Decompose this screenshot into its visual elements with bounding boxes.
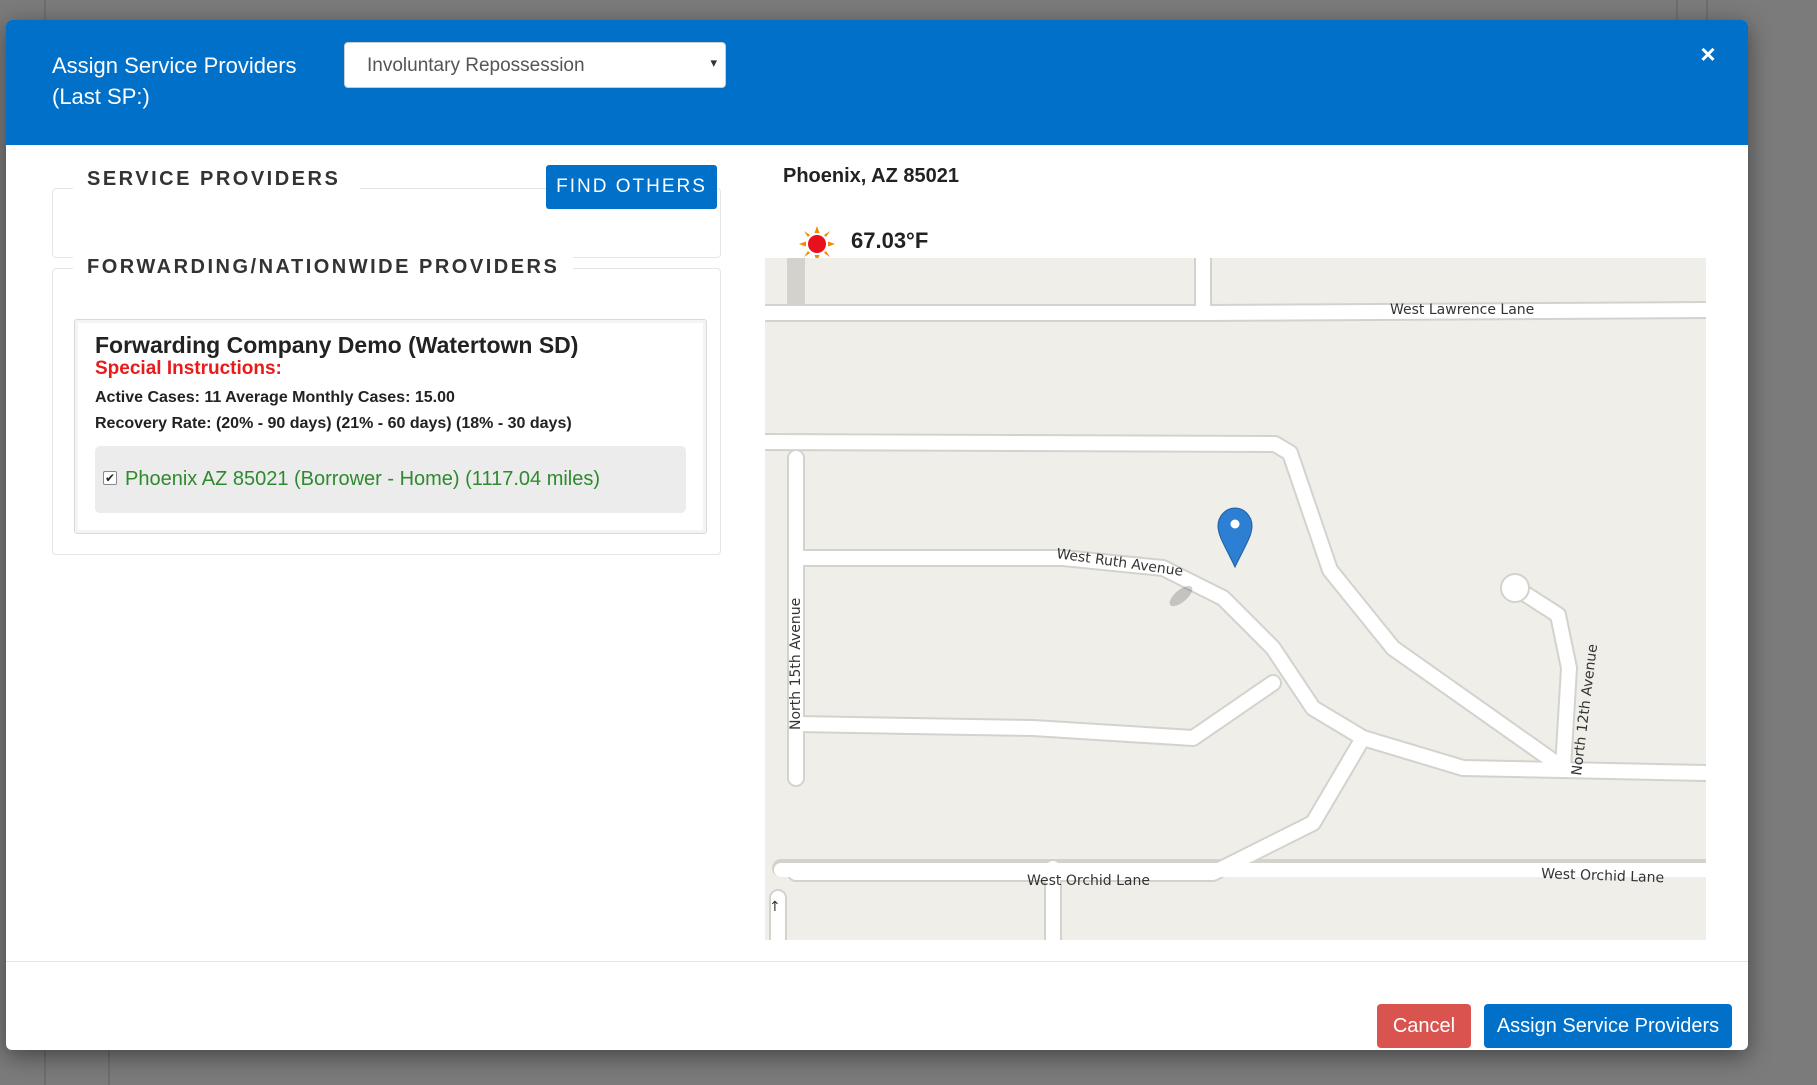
assign-service-providers-button[interactable]: Assign Service Providers: [1484, 1004, 1732, 1048]
assign-service-providers-modal: Assign Service Providers (Last SP:) Invo…: [6, 20, 1748, 1050]
special-instructions-label: Special Instructions:: [95, 358, 282, 379]
address-label: Phoenix AZ 85021 (Borrower - Home) (1117…: [125, 468, 601, 490]
chevron-down-icon: ▾: [710, 55, 717, 70]
provider-name: Forwarding Company Demo (Watertown SD): [95, 332, 579, 358]
recovery-rate-line: Recovery Rate: (20% - 90 days) (21% - 60…: [95, 415, 572, 432]
modal-title: Assign Service Providers (Last SP:): [52, 53, 297, 109]
temperature: 67.03°F: [851, 228, 929, 253]
find-others-button[interactable]: FIND OTHERS: [546, 165, 717, 209]
address-checkbox[interactable]: ✔: [103, 470, 117, 485]
footer-divider: [6, 961, 1748, 962]
west-lawrence-lane-label: West Lawrence Lane: [1390, 302, 1534, 318]
backdrop-divider: [108, 1050, 110, 1085]
close-icon[interactable]: ×: [1694, 40, 1722, 68]
case-type-selected-value: Involuntary Repossession: [367, 55, 585, 76]
active-cases-line: Active Cases: 11 Average Monthly Cases: …: [95, 389, 455, 406]
location-city: Phoenix, AZ 85021: [783, 165, 959, 187]
location-map[interactable]: West Lawrence Lane West Ruth Avenue Nort…: [763, 258, 1706, 940]
forwarding-providers-heading: FORWARDING/NATIONWIDE PROVIDERS: [73, 256, 574, 279]
provider-card: Forwarding Company Demo (Watertown SD) S…: [74, 319, 707, 534]
north-15th-avenue-label: North 15th Avenue: [788, 598, 804, 730]
sun-icon: [799, 226, 835, 262]
west-orchid-lane-label: West Orchid Lane: [1027, 873, 1150, 889]
map-canvas: West Lawrence Lane West Ruth Avenue Nort…: [763, 258, 1706, 940]
oneway-arrow-icon: ↑: [769, 899, 781, 915]
address-option[interactable]: ✔ Phoenix AZ 85021 (Borrower - Home) (111…: [95, 446, 686, 513]
modal-header: Assign Service Providers (Last SP:) Invo…: [6, 20, 1748, 145]
case-type-select[interactable]: Involuntary Repossession ▾: [344, 42, 726, 88]
service-providers-heading: SERVICE PROVIDERS: [73, 168, 361, 191]
cancel-button[interactable]: Cancel: [1377, 1004, 1471, 1048]
west-lawrence-lane-road: [763, 303, 1706, 320]
